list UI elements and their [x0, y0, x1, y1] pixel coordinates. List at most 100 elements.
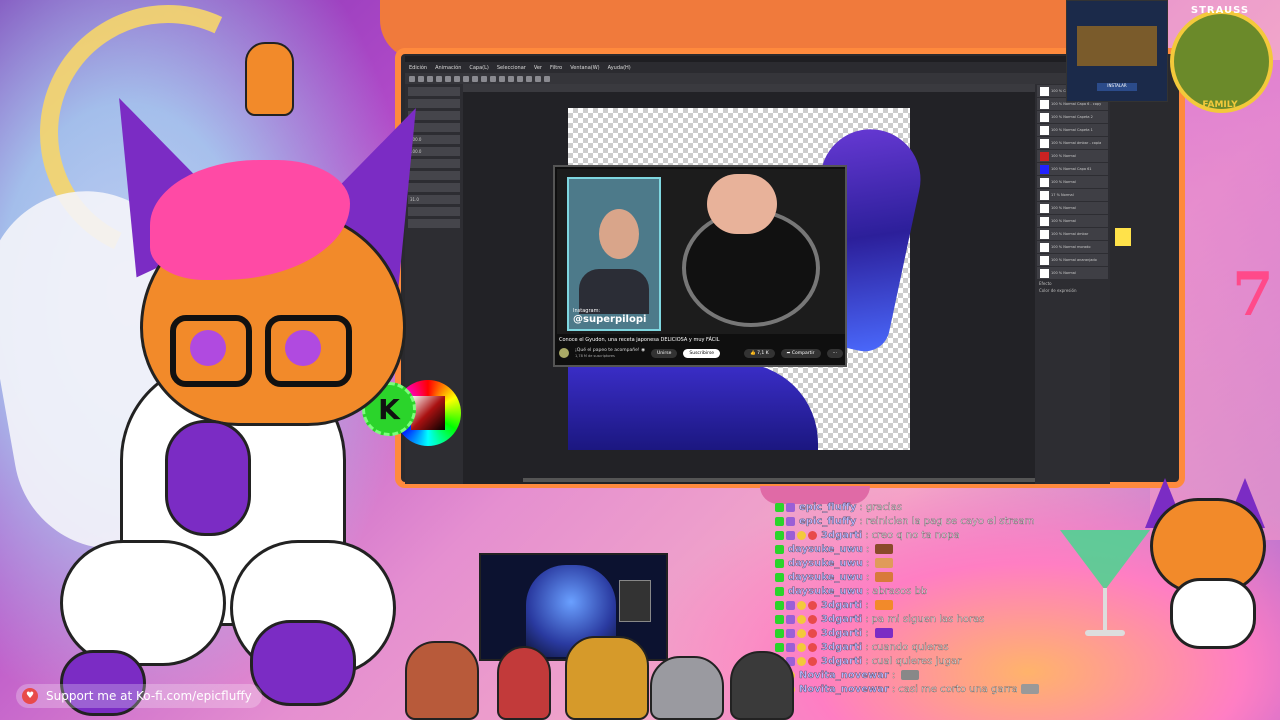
- fox-arm: [165, 420, 251, 536]
- layer-label: 100 % Normal: [1051, 180, 1076, 184]
- fox-glasses-right: [265, 315, 352, 387]
- badge-icon: [808, 642, 817, 652]
- more-options-icon[interactable]: ⋯: [826, 348, 843, 358]
- video-title[interactable]: Conoce el Gyudon, una receta japonesa DE…: [559, 337, 720, 343]
- chat-emote: [874, 628, 893, 638]
- chat-username[interactable]: 3dgarti: [821, 613, 862, 624]
- chat-username[interactable]: 3dgarti: [821, 627, 862, 638]
- layer-thumbnail: [1040, 164, 1049, 174]
- chat-colon: :: [859, 501, 863, 513]
- menu-item-filtro[interactable]: Filtro: [550, 65, 562, 71]
- badge-icon: [808, 614, 817, 624]
- chat-emote: [875, 558, 894, 568]
- layer-item[interactable]: 100 % Normal: [1037, 176, 1108, 188]
- layer-panel: 100 % Color Capa 60 100 % Normal Capa 6 …: [1035, 84, 1110, 484]
- layer-item[interactable]: 100 % Normal ámbar - copia: [1037, 137, 1108, 149]
- layer-label: 100 % Normal ámbar: [1051, 232, 1089, 236]
- layer-item[interactable]: 100 % Normal Capeta 1: [1037, 124, 1108, 136]
- chat-colon: :: [859, 515, 863, 527]
- toolbar-button[interactable]: [544, 75, 550, 82]
- chat-username[interactable]: daysuke_uwu: [788, 585, 863, 596]
- toolbar: [405, 73, 1110, 84]
- chat-text: creo q no ta nopa: [871, 529, 960, 541]
- join-button[interactable]: Unirse: [651, 348, 678, 358]
- chat-username[interactable]: daysuke_uwu: [788, 557, 863, 568]
- chat-badges: [775, 544, 784, 554]
- badge-icon: [775, 544, 784, 554]
- video-meta-row: ¡Qué el papeo te acompañe! ◉ 1,78 M de s…: [559, 348, 843, 358]
- person-face: [599, 209, 639, 259]
- layer-thumbnail: [1040, 99, 1049, 109]
- chat-username[interactable]: daysuke_uwu: [788, 571, 863, 582]
- layer-thumbnail: [1040, 229, 1049, 239]
- toolbar-button[interactable]: [526, 75, 532, 82]
- logo-emblem: [1170, 10, 1273, 113]
- cam-monitor: [619, 580, 651, 622]
- chat-username[interactable]: daysuke_uwu: [788, 543, 863, 554]
- layer-item[interactable]: 100 % Normal: [1037, 150, 1108, 162]
- kofi-text: Support me at Ko-fi.com/epicfluffy: [46, 689, 252, 703]
- toolbar-button[interactable]: [490, 75, 496, 82]
- badge-icon: [808, 656, 817, 666]
- badge-icon: [775, 516, 784, 526]
- chat-username[interactable]: 3dgarti: [821, 599, 862, 610]
- badge-icon: [786, 502, 795, 512]
- layer-item[interactable]: 100 % Normal: [1037, 202, 1108, 214]
- chat-username[interactable]: 3dgarti: [821, 641, 862, 652]
- toolbar-button[interactable]: [535, 75, 541, 82]
- subscribe-button[interactable]: Suscribirse: [683, 348, 721, 358]
- menu-item-capa[interactable]: Capa(L): [469, 65, 488, 71]
- layer-thumbnail: [1040, 255, 1049, 265]
- menu-item-seleccionar[interactable]: Seleccionar: [497, 65, 526, 71]
- like-button[interactable]: 👍 7,1 K: [744, 348, 775, 358]
- menu-bar: Edición Animación Capa(L) Seleccionar Ve…: [405, 62, 1110, 73]
- badge-icon: [775, 628, 784, 638]
- layer-label: 100 % Normal: [1051, 154, 1076, 158]
- martini-base: [1085, 630, 1125, 636]
- kofi-banner[interactable]: ♥ Support me at Ko-fi.com/epicfluffy: [16, 684, 262, 708]
- layer-item[interactable]: 100 % Normal anaranjado: [1037, 254, 1108, 266]
- layer-item[interactable]: 100 % Normal Capeta 2: [1037, 111, 1108, 123]
- layer-item[interactable]: 100 % Normal morado: [1037, 241, 1108, 253]
- chat-colon: :: [865, 599, 869, 611]
- chat-username[interactable]: Novita_novewar: [799, 669, 889, 680]
- chat-colon: :: [865, 543, 870, 555]
- layer-thumbnail: [1040, 190, 1049, 200]
- chat-username[interactable]: epic_fluffy: [799, 515, 857, 526]
- layer-item[interactable]: 100 % Normal: [1037, 267, 1108, 279]
- channel-avatar[interactable]: [559, 348, 569, 358]
- badge-icon: [786, 628, 795, 638]
- badge-icon: [797, 614, 806, 624]
- youtube-mini-player[interactable]: Instagram: @superpilopi Conoce el Gyudon,…: [553, 165, 847, 367]
- fox-foot-right: [250, 620, 356, 706]
- chat-message: 3dgarti: cuando quieras: [775, 640, 1155, 654]
- toolbar-button[interactable]: [472, 75, 478, 82]
- martini-cup: [1060, 530, 1150, 590]
- layer-item[interactable]: 100 % Normal: [1037, 215, 1108, 227]
- toolbar-button[interactable]: [508, 75, 514, 82]
- chat-username[interactable]: Novita_novewar: [799, 683, 889, 694]
- layer-item[interactable]: 100 % Normal Capa 61: [1037, 163, 1108, 175]
- install-button[interactable]: INSTALAR: [1097, 83, 1137, 91]
- martini-glass: [1060, 530, 1150, 640]
- layer-item[interactable]: 100 % Normal ámbar: [1037, 228, 1108, 240]
- video-frame[interactable]: Instagram: @superpilopi: [557, 169, 845, 334]
- game-ad-box[interactable]: INSTALAR: [1066, 0, 1168, 102]
- toolbar-button[interactable]: [517, 75, 523, 82]
- menu-item-ventana[interactable]: Ventana(W): [570, 65, 599, 71]
- toolbar-button[interactable]: [499, 75, 505, 82]
- chat-message: Novita_novewar:: [775, 668, 1155, 682]
- mascot-body: [1170, 578, 1256, 649]
- menu-item-ayuda[interactable]: Ayuda(H): [608, 65, 631, 71]
- toolbar-button[interactable]: [481, 75, 487, 82]
- horizontal-scrollbar[interactable]: [523, 478, 1103, 482]
- chat-username[interactable]: 3dgarti: [821, 655, 862, 666]
- share-button[interactable]: ➦ Compartir: [780, 348, 821, 358]
- chat-username[interactable]: 3dgarti: [821, 529, 862, 540]
- menu-item-ver[interactable]: Ver: [534, 65, 542, 71]
- chat-username[interactable]: epic_fluffy: [799, 501, 857, 512]
- chat-colon: :: [865, 529, 869, 541]
- chat-message: Novita_novewar: casi me corto una garra: [775, 682, 1155, 696]
- layer-item[interactable]: 17 % Normal: [1037, 189, 1108, 201]
- chat-badges: [775, 530, 817, 540]
